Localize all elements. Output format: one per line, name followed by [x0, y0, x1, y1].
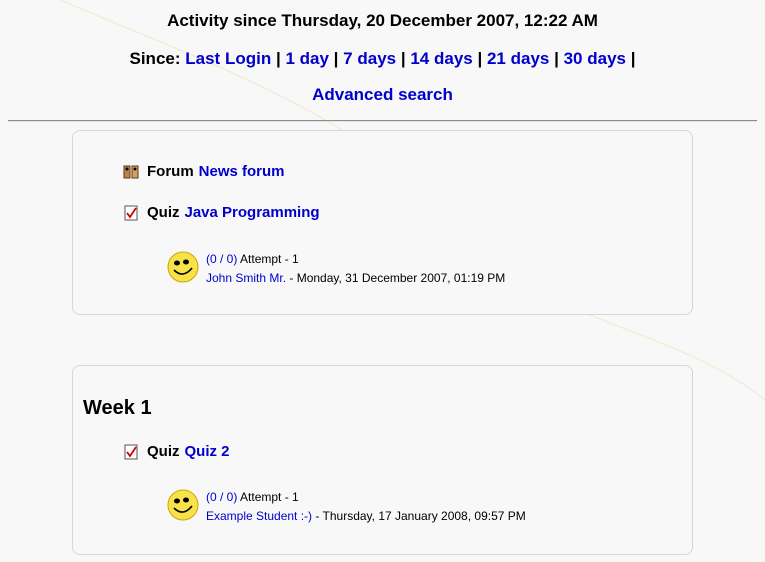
- attempt-entry: (0 / 0) Attempt - 1 Example Student :-) …: [166, 488, 526, 526]
- since-link-30-days[interactable]: 30 days: [564, 49, 626, 68]
- attempt-entry: (0 / 0) Attempt - 1 John Smith Mr. - Mon…: [166, 250, 505, 288]
- since-link-1-day[interactable]: 1 day: [285, 49, 328, 68]
- since-filter-bar: Since: Last Login | 1 day | 7 days | 14 …: [0, 49, 765, 69]
- activity-item: Quiz Quiz 2: [123, 443, 230, 460]
- activity-item: Quiz Java Programming: [123, 204, 320, 221]
- quiz-icon: [124, 205, 138, 220]
- activity-link-java-programming[interactable]: Java Programming: [185, 204, 320, 221]
- since-label: Since:: [129, 49, 181, 68]
- activity-module: Forum: [147, 163, 194, 180]
- activity-module: Quiz: [147, 204, 180, 221]
- since-link-21-days[interactable]: 21 days: [487, 49, 549, 68]
- section-heading: Week 1: [83, 397, 152, 419]
- since-link-14-days[interactable]: 14 days: [410, 49, 472, 68]
- separator: |: [400, 49, 406, 68]
- attempt-text: Attempt - 1: [240, 490, 299, 504]
- quiz-icon: [124, 444, 138, 459]
- separator: |: [333, 49, 339, 68]
- attempt-text: Attempt - 1: [240, 252, 299, 266]
- user-link[interactable]: Example Student :-): [206, 509, 312, 523]
- attempt-score-link[interactable]: (0 / 0): [206, 490, 237, 504]
- header-divider: [8, 120, 757, 122]
- activity-link-news-forum[interactable]: News forum: [199, 163, 285, 180]
- since-link-last-login[interactable]: Last Login: [185, 49, 271, 68]
- user-link[interactable]: John Smith Mr.: [206, 271, 286, 285]
- activity-module: Quiz: [147, 443, 180, 460]
- separator: |: [554, 49, 559, 68]
- week-section: [72, 365, 693, 555]
- activity-item: Forum News forum: [123, 163, 285, 180]
- separator: |: [275, 49, 281, 68]
- since-link-7-days[interactable]: 7 days: [343, 49, 396, 68]
- smiley-face-icon: [167, 489, 199, 521]
- smiley-face-icon: [167, 251, 199, 283]
- separator: |: [630, 49, 636, 68]
- advanced-search-row: Advanced search: [0, 85, 765, 105]
- advanced-search-link[interactable]: Advanced search: [312, 85, 453, 104]
- activity-link-quiz-2[interactable]: Quiz 2: [185, 443, 230, 460]
- attempt-time: - Thursday, 17 January 2008, 09:57 PM: [315, 509, 526, 523]
- separator: |: [477, 49, 483, 68]
- forum-icon: [123, 165, 139, 178]
- attempt-time: - Monday, 31 December 2007, 01:19 PM: [289, 271, 506, 285]
- attempt-score-link[interactable]: (0 / 0): [206, 252, 237, 266]
- page-title: Activity since Thursday, 20 December 200…: [167, 11, 598, 30]
